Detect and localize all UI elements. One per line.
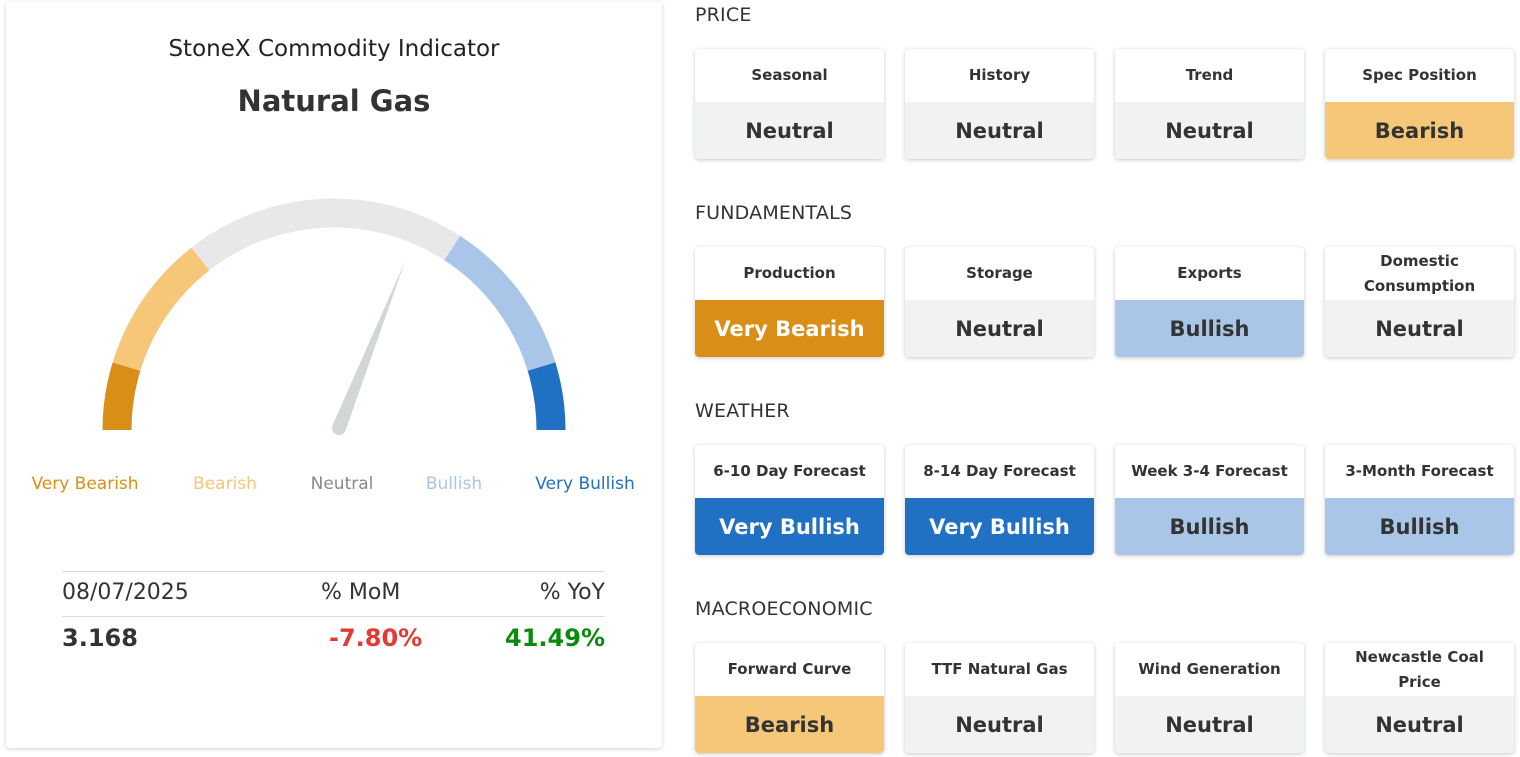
signal-tile-newcastle-coal-price[interactable]: Newcastle Coal Price Neutral: [1325, 643, 1514, 753]
signal-tile-8-14-day-forecast[interactable]: 8-14 Day Forecast Very Bullish: [905, 445, 1094, 555]
tile-label: Seasonal: [751, 66, 828, 84]
gauge-needle: [332, 260, 406, 431]
signal-tile-trend[interactable]: Trend Neutral: [1115, 49, 1304, 159]
signal-tile-domestic-consumption[interactable]: Domestic Consumption Neutral: [1325, 247, 1514, 357]
gauge-segment-bullish: [444, 235, 556, 372]
tile-label: Trend: [1185, 66, 1234, 84]
tile-signal: Neutral: [1115, 696, 1304, 753]
tile-signal: Neutral: [905, 696, 1094, 753]
stats-yoy-value: 41.49%: [505, 624, 605, 652]
tile-label: Week 3-4 Forecast: [1131, 462, 1288, 480]
signal-tile-ttf-natural-gas[interactable]: TTF Natural Gas Neutral: [905, 643, 1094, 753]
gauge-segment-very-bearish: [102, 362, 141, 431]
stats-price: 3.168: [62, 624, 138, 652]
stats-divider-mid: [62, 616, 605, 617]
gauge-label-neutral: Neutral: [310, 474, 374, 494]
tile-label: TTF Natural Gas: [931, 660, 1068, 678]
signal-tile-forward-curve[interactable]: Forward Curve Bearish: [695, 643, 884, 753]
tile-signal: Bullish: [1115, 498, 1304, 555]
signal-tile-history[interactable]: History Neutral: [905, 49, 1094, 159]
section-title-price: PRICE: [695, 4, 752, 26]
gauge-label-very-bullish: Very Bullish: [535, 474, 635, 494]
tile-label: 8-14 Day Forecast: [923, 462, 1076, 480]
tile-signal: Very Bullish: [905, 498, 1094, 555]
gauge-segment-very-bullish: [527, 362, 566, 431]
stats-date: 08/07/2025: [62, 580, 189, 605]
stats-yoy-label: % YoY: [539, 580, 605, 605]
signal-tile-3-month-forecast[interactable]: 3-Month Forecast Bullish: [1325, 445, 1514, 555]
tile-label: Domestic Consumption: [1363, 251, 1476, 295]
section-title-macroeconomic: MACROECONOMIC: [695, 598, 873, 620]
tile-signal: Neutral: [1325, 696, 1514, 753]
stats-divider-top: [62, 571, 605, 572]
tile-signal: Neutral: [695, 102, 884, 159]
tile-signal: Neutral: [905, 102, 1094, 159]
section-title-fundamentals: FUNDAMENTALS: [695, 202, 853, 224]
indicator-card: StoneX Commodity Indicator Natural Gas V…: [6, 2, 662, 748]
tile-label: 3-Month Forecast: [1345, 462, 1494, 480]
signal-tile-wind-generation[interactable]: Wind Generation Neutral: [1115, 643, 1304, 753]
tile-label: Production: [743, 264, 836, 282]
tile-label: Forward Curve: [727, 660, 852, 678]
signal-tile-spec-position[interactable]: Spec Position Bearish: [1325, 49, 1514, 159]
tile-signal: Bearish: [695, 696, 884, 753]
signal-tile-production[interactable]: Production Very Bearish: [695, 247, 884, 357]
gauge-needle-hub: [332, 421, 346, 435]
stats-mom-label: % MoM: [321, 580, 401, 605]
gauge-segment-bearish: [112, 247, 210, 372]
tile-label: Newcastle Coal Price: [1355, 647, 1484, 691]
gauge-label-bullish: Bullish: [425, 474, 483, 494]
tile-signal: Bearish: [1325, 102, 1514, 159]
tile-signal: Very Bearish: [695, 300, 884, 357]
stats-mom-value: -7.80%: [329, 624, 423, 652]
tile-label: History: [968, 66, 1031, 84]
tile-label: Wind Generation: [1138, 660, 1281, 678]
tile-signal: Bullish: [1325, 498, 1514, 555]
gauge-label-bearish: Bearish: [193, 474, 257, 494]
tile-label: 6-10 Day Forecast: [713, 462, 866, 480]
signal-tile-exports[interactable]: Exports Bullish: [1115, 247, 1304, 357]
gauge-segment-neutral: [191, 198, 461, 271]
signal-tile-week-3-4-forecast[interactable]: Week 3-4 Forecast Bullish: [1115, 445, 1304, 555]
section-title-weather: WEATHER: [695, 400, 790, 422]
tile-signal: Bullish: [1115, 300, 1304, 357]
tile-label: Exports: [1177, 264, 1242, 282]
tile-signal: Very Bullish: [695, 498, 884, 555]
tile-label: Storage: [966, 264, 1033, 282]
tile-signal: Neutral: [1115, 102, 1304, 159]
signal-tile-seasonal[interactable]: Seasonal Neutral: [695, 49, 884, 159]
tile-label: Spec Position: [1362, 66, 1477, 84]
tile-signal: Neutral: [1325, 300, 1514, 357]
gauge-label-very-bearish: Very Bearish: [31, 474, 139, 494]
tile-signal: Neutral: [905, 300, 1094, 357]
sentiment-gauge: [102, 198, 566, 435]
signal-tile-storage[interactable]: Storage Neutral: [905, 247, 1094, 357]
signal-tile-6-10-day-forecast[interactable]: 6-10 Day Forecast Very Bullish: [695, 445, 884, 555]
